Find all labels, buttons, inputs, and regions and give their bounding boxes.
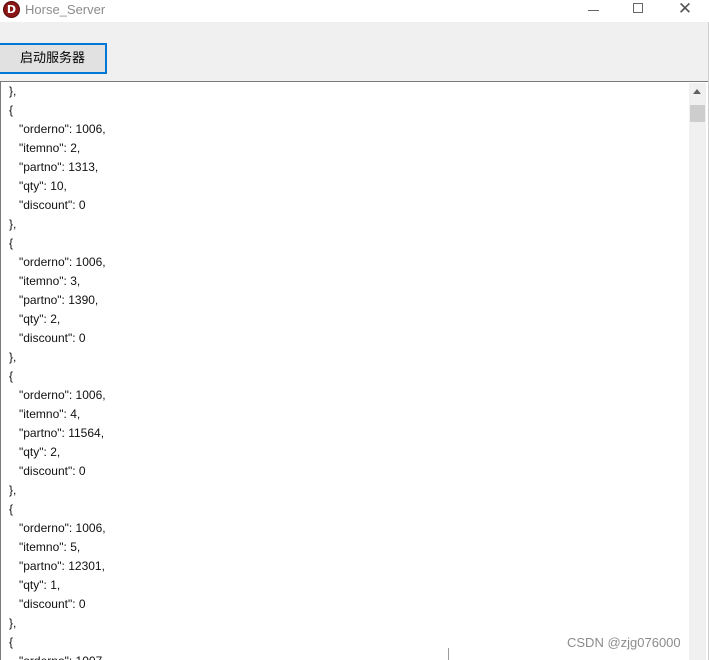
- memo-line: "itemno": 2,: [9, 141, 81, 155]
- scroll-up-button[interactable]: [689, 83, 706, 100]
- delphi-app-icon: D: [3, 1, 20, 18]
- memo-line: "orderno": 1006,: [9, 388, 106, 402]
- memo-line: "discount": 0: [9, 198, 86, 212]
- memo-line: "orderno": 1006,: [9, 122, 106, 136]
- memo-line: },: [9, 350, 17, 364]
- memo-line: "discount": 0: [9, 331, 86, 345]
- vertical-scrollbar[interactable]: [689, 83, 706, 660]
- window-title: Horse_Server: [25, 2, 106, 17]
- memo-line: "discount": 0: [9, 464, 86, 478]
- memo-line: "partno": 12301,: [9, 559, 105, 573]
- memo-line: "qty": 10,: [9, 179, 67, 193]
- csdn-watermark: CSDN @zjg076000: [567, 635, 681, 650]
- memo-line: "discount": 0: [9, 597, 86, 611]
- memo-line: "qty": 1,: [9, 578, 61, 592]
- memo-line: "orderno": 1006,: [9, 521, 106, 535]
- close-icon: ✕: [677, 0, 693, 19]
- memo-line: },: [9, 217, 17, 231]
- scroll-thumb[interactable]: [690, 105, 705, 122]
- memo-line: {: [9, 502, 14, 516]
- log-memo[interactable]: }, { "orderno": 1006, "itemno": 2, "partn…: [0, 81, 708, 660]
- memo-line: },: [9, 84, 17, 98]
- app-window: D Horse_Server ✕ 启动服务器 }, { "orderno": 10…: [0, 0, 709, 660]
- memo-line: {: [9, 103, 14, 117]
- memo-line: },: [9, 616, 17, 630]
- memo-text-area[interactable]: }, { "orderno": 1006, "itemno": 2, "partn…: [9, 82, 679, 660]
- start-server-button[interactable]: 启动服务器: [0, 43, 107, 74]
- title-bar[interactable]: D Horse_Server ✕: [0, 0, 709, 22]
- memo-line: "qty": 2,: [9, 312, 61, 326]
- start-server-label: 启动服务器: [19, 51, 85, 66]
- minimize-button[interactable]: [570, 0, 616, 22]
- chevron-up-icon: [693, 89, 701, 94]
- memo-line: "orderno": 1007,: [9, 652, 679, 660]
- memo-line: "itemno": 5,: [9, 540, 81, 554]
- close-button[interactable]: ✕: [662, 0, 708, 22]
- memo-line: {: [9, 236, 14, 250]
- maximize-icon: [633, 3, 643, 13]
- memo-line: "partno": 1313,: [9, 160, 99, 174]
- memo-line: "itemno": 4,: [9, 407, 81, 421]
- maximize-button[interactable]: [616, 0, 662, 22]
- memo-line: {: [9, 369, 14, 383]
- memo-line: "partno": 11564,: [9, 426, 105, 440]
- status-divider: [448, 648, 449, 660]
- minimize-icon: [588, 10, 599, 11]
- memo-line: "itemno": 3,: [9, 274, 81, 288]
- toolbar-panel: 启动服务器: [0, 22, 708, 81]
- memo-line: },: [9, 483, 17, 497]
- memo-line: "qty": 2,: [9, 445, 61, 459]
- memo-line: "partno": 1390,: [9, 293, 99, 307]
- app-icon-letter: D: [6, 3, 17, 16]
- memo-line: "orderno": 1006,: [9, 255, 106, 269]
